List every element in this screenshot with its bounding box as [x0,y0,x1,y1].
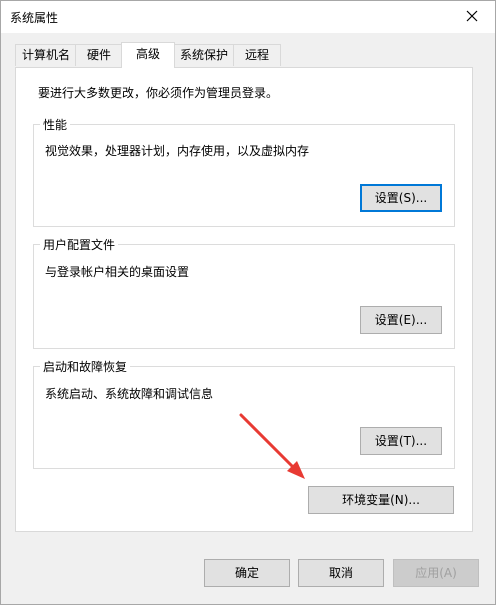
tab-system-protection[interactable]: 系统保护 [173,44,235,66]
tab-computer-name[interactable]: 计算机名 [15,44,77,66]
user-profiles-title: 用户配置文件 [40,236,119,253]
window-title: 系统属性 [10,11,59,25]
title-bar[interactable]: 系统属性 [1,1,495,33]
environment-variables-button[interactable]: 环境变量(N)... [308,486,454,514]
close-icon [466,10,478,22]
cancel-button[interactable]: 取消 [298,559,384,587]
system-properties-window: 系统属性 计算机名 硬件 高级 系统保护 远程 要进行大多数更改，你必须作为管理… [0,0,496,605]
tab-remote[interactable]: 远程 [233,44,281,66]
advanced-panel: 要进行大多数更改，你必须作为管理员登录。 性能 视觉效果，处理器计划，内存使用，… [15,67,473,532]
startup-recovery-group: 启动和故障恢复 系统启动、系统故障和调试信息 设置(T)... [33,358,455,469]
admin-note: 要进行大多数更改，你必须作为管理员登录。 [38,86,279,100]
startup-recovery-settings-button[interactable]: 设置(T)... [360,427,442,455]
tab-hardware[interactable]: 硬件 [75,44,123,66]
user-profiles-description: 与登录帐户相关的桌面设置 [45,265,190,279]
tab-advanced[interactable]: 高级 [121,42,175,68]
startup-recovery-description: 系统启动、系统故障和调试信息 [45,387,214,401]
performance-description: 视觉效果，处理器计划，内存使用，以及虚拟内存 [45,144,310,158]
ok-button[interactable]: 确定 [204,559,290,587]
close-button[interactable] [449,1,495,32]
user-profiles-group: 用户配置文件 与登录帐户相关的桌面设置 设置(E)... [33,236,455,349]
startup-recovery-title: 启动和故障恢复 [40,358,131,375]
performance-group: 性能 视觉效果，处理器计划，内存使用，以及虚拟内存 设置(S)... [33,116,455,227]
apply-button[interactable]: 应用(A) [393,559,479,587]
user-profiles-settings-button[interactable]: 设置(E)... [360,306,442,334]
performance-title: 性能 [40,116,71,133]
performance-settings-button[interactable]: 设置(S)... [360,184,442,212]
